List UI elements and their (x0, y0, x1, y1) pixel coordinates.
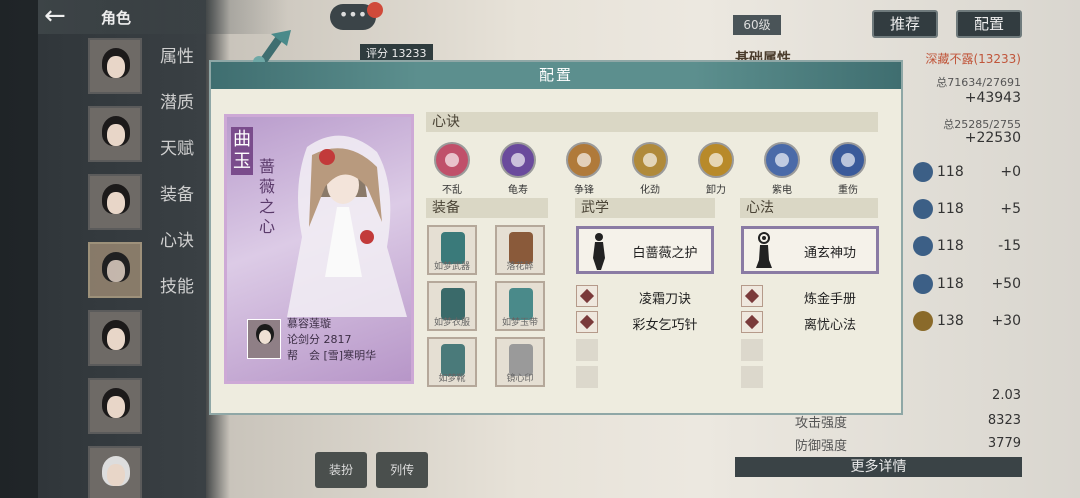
stat-row: 118 +0 (913, 162, 1021, 186)
nav-potential[interactable]: 潜质 (160, 92, 208, 138)
owner-score: 论剑分 2817 (287, 333, 352, 346)
meditation-figure-icon (756, 232, 772, 268)
mind-method-icon (741, 311, 763, 333)
xinjue-icon (566, 142, 602, 178)
biography-button[interactable]: 列传 (376, 452, 429, 488)
xinfa-main-skill[interactable]: 通玄神功 (741, 226, 879, 274)
attack-value: 8323 (987, 413, 1021, 428)
wuxue-main-skill[interactable]: 白蔷薇之护 (576, 226, 714, 274)
character-avatar[interactable] (88, 38, 142, 94)
xinjue-icon (830, 142, 866, 178)
stat-icon (913, 311, 933, 331)
stat-value: 2.03 (992, 388, 1021, 403)
recommend-button[interactable]: 推荐 (872, 10, 938, 38)
xinjue-icon (764, 142, 800, 178)
stat-row: 118 +50 (913, 274, 1021, 298)
xinjue-icon (698, 142, 734, 178)
nav-xinjue[interactable]: 心诀 (160, 230, 208, 276)
character-portrait (287, 135, 407, 317)
alchemy-book-icon (741, 285, 763, 307)
bonus-1: +43943 (964, 90, 1021, 106)
wuxue-skill[interactable]: 彩女乞巧针 (576, 311, 714, 333)
section-xinfa: 心法 (740, 198, 878, 218)
xinjue-item[interactable]: 紫电 (757, 142, 807, 196)
defense-label: 防御强度 (795, 439, 848, 454)
xinjue-icon (434, 142, 470, 178)
total-1: 总71634/27691 (936, 76, 1021, 89)
back-arrow-icon[interactable]: ← (44, 3, 84, 30)
xinfa-skill[interactable]: 炼金手册 (741, 285, 879, 307)
config-button[interactable]: 配置 (956, 10, 1022, 38)
card-name: 曲玉 (231, 127, 253, 175)
defense-value: 3779 (987, 436, 1021, 451)
xinjue-item[interactable]: 重伤 (823, 142, 873, 196)
outfit-button[interactable]: 装扮 (315, 452, 367, 488)
modal-title: 配置 (211, 62, 901, 89)
character-avatar[interactable] (88, 106, 142, 162)
stat-icon (913, 236, 933, 256)
card-owner: 慕容莲璇 论剑分 2817 帮 会 [雪]寒明华 (247, 315, 407, 365)
equipment-slot[interactable]: 如梦玉带 (495, 281, 545, 331)
level-tag: 60级 (733, 15, 781, 35)
stat-icon (913, 199, 933, 219)
xinjue-item[interactable]: 卸力 (691, 142, 741, 196)
bonus-2: +22530 (964, 130, 1021, 146)
equipment-slot[interactable]: 如梦靴 (427, 337, 477, 387)
character-avatar[interactable] (88, 310, 142, 366)
nav-talent[interactable]: 天赋 (160, 138, 208, 184)
side-nav: 属性 潜质 天赋 装备 心诀 技能 (160, 46, 208, 322)
empty-skill-slot[interactable] (576, 366, 598, 388)
character-avatar[interactable] (88, 174, 142, 230)
xinjue-item[interactable]: 龟寿 (493, 142, 543, 196)
owner-guild: 帮 会 [雪]寒明华 (287, 349, 377, 362)
empty-skill-slot[interactable] (576, 339, 598, 361)
xinjue-item[interactable]: 不乱 (427, 142, 477, 196)
empty-skill-slot[interactable] (741, 339, 763, 361)
character-avatar[interactable] (88, 378, 142, 434)
character-list (88, 38, 144, 498)
section-wuxue: 武学 (575, 198, 715, 218)
more-details-button[interactable]: 更多详情 (735, 457, 1022, 477)
config-modal: 配置 曲玉 蔷薇之心 慕容莲璇 论剑分 2817 帮 会 [雪]寒明华 心诀 不… (209, 30, 903, 415)
nav-attributes[interactable]: 属性 (160, 46, 208, 92)
card-subtitle: 蔷薇之心 (258, 157, 275, 236)
equipment-slot[interactable]: 镜心印 (495, 337, 545, 387)
bottom-buttons: 装扮 列传 (315, 452, 432, 488)
owner-name: 慕容莲璇 (287, 317, 331, 330)
equipment-slot[interactable]: 如梦衣服 (427, 281, 477, 331)
section-equipment: 装备 (426, 198, 548, 218)
owner-avatar (247, 319, 281, 359)
notification-dot (367, 2, 383, 18)
stat-row: 118 +5 (913, 199, 1021, 223)
character-avatar[interactable] (88, 446, 142, 498)
xinjue-item[interactable]: 争锋 (559, 142, 609, 196)
stat-icon (913, 162, 933, 182)
rating-badge: 深藏不露(13233) (925, 52, 1021, 66)
blade-skill-icon (576, 285, 598, 307)
xinfa-skill[interactable]: 离忧心法 (741, 311, 879, 333)
page-title: 角色 (101, 9, 132, 27)
needle-skill-icon (576, 311, 598, 333)
character-avatar-selected[interactable] (88, 242, 142, 298)
wuxue-skill[interactable]: 凌霜刀诀 (576, 285, 714, 307)
xinjue-item[interactable]: 化劲 (625, 142, 675, 196)
equipment-slot[interactable]: 落花醉 (495, 225, 545, 275)
nav-skills[interactable]: 技能 (160, 276, 208, 322)
equipment-slot[interactable]: 如梦武器 (427, 225, 477, 275)
xinjue-icon (632, 142, 668, 178)
stat-icon (913, 274, 933, 294)
empty-skill-slot[interactable] (741, 366, 763, 388)
nav-equipment[interactable]: 装备 (160, 184, 208, 230)
martial-figure-icon (593, 233, 605, 270)
section-xinjue: 心诀 (426, 112, 878, 132)
xinjue-icon (500, 142, 536, 178)
stat-row: 118 -15 (913, 236, 1021, 260)
stat-row: 138 +30 (913, 311, 1021, 335)
character-card: 曲玉 蔷薇之心 慕容莲璇 论剑分 2817 帮 会 [雪]寒明华 (224, 114, 414, 384)
